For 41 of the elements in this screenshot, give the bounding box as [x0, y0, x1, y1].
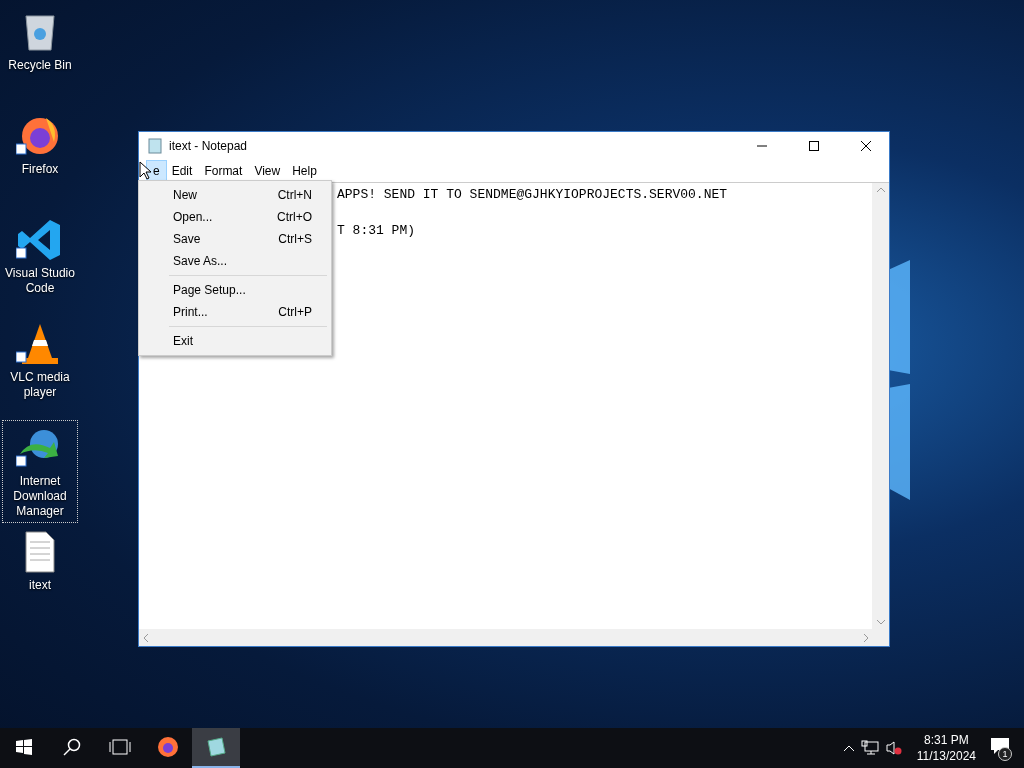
desktop-icon-label[interactable]: Visual Studio Code [3, 266, 77, 296]
menu-item[interactable]: Help [286, 161, 323, 181]
vlc-icon[interactable] [22, 324, 58, 364]
text-line: T 8:31 PM) [337, 223, 415, 240]
idm-icon[interactable] [20, 430, 58, 458]
notification-icon[interactable] [990, 737, 1010, 755]
menu-entry[interactable]: Exit [139, 330, 331, 352]
notepad-icon [147, 138, 163, 154]
taskbar-button[interactable] [192, 728, 240, 768]
notification-count: 1 [998, 747, 1012, 761]
desktop-icon-label[interactable]: itext [29, 578, 51, 593]
close-icon [861, 141, 871, 151]
notepad-icon [205, 736, 227, 758]
window-title: itext - Notepad [169, 139, 249, 153]
menu-entry[interactable]: Save Ctrl+S [139, 228, 331, 250]
firefox-icon [156, 735, 180, 759]
muted-speaker-icon[interactable] [884, 740, 903, 756]
chevron-up-icon[interactable] [842, 744, 855, 752]
menu-entry[interactable]: New Ctrl+N [139, 184, 331, 206]
menu-entry[interactable]: Page Setup... [139, 279, 331, 301]
clock[interactable]: 8:31 PM 11/13/2024 [908, 732, 984, 764]
menu-entry[interactable]: Open... Ctrl+O [139, 206, 331, 228]
maximize-icon [809, 141, 819, 151]
menu-item[interactable]: e [147, 161, 166, 181]
menu-item[interactable]: Edit [165, 161, 199, 181]
desktop-icon-label[interactable]: Firefox [21, 162, 59, 177]
network-icon[interactable] [860, 740, 879, 756]
text-line: APPS! SEND IT TO SENDME@GJHKYIOPROJECTS.SERV00.NET [337, 187, 728, 204]
desktop-icon-label[interactable]: Recycle Bin [8, 58, 72, 73]
menu-entry[interactable]: Save As... [139, 250, 331, 272]
menu-entry[interactable]: Print... Ctrl+P [139, 301, 331, 323]
trash-icon[interactable] [25, 15, 55, 51]
firefox-icon[interactable] [22, 118, 58, 154]
windows-logo-icon [16, 739, 32, 755]
menu-item[interactable]: View [248, 161, 287, 181]
search-icon [63, 738, 81, 756]
document-icon[interactable] [25, 531, 55, 573]
vscode-icon[interactable] [18, 220, 60, 260]
menu-item[interactable]: Format [198, 161, 249, 181]
desktop-icon-label[interactable]: VLC media player [3, 370, 77, 400]
task-view-icon [109, 739, 131, 755]
